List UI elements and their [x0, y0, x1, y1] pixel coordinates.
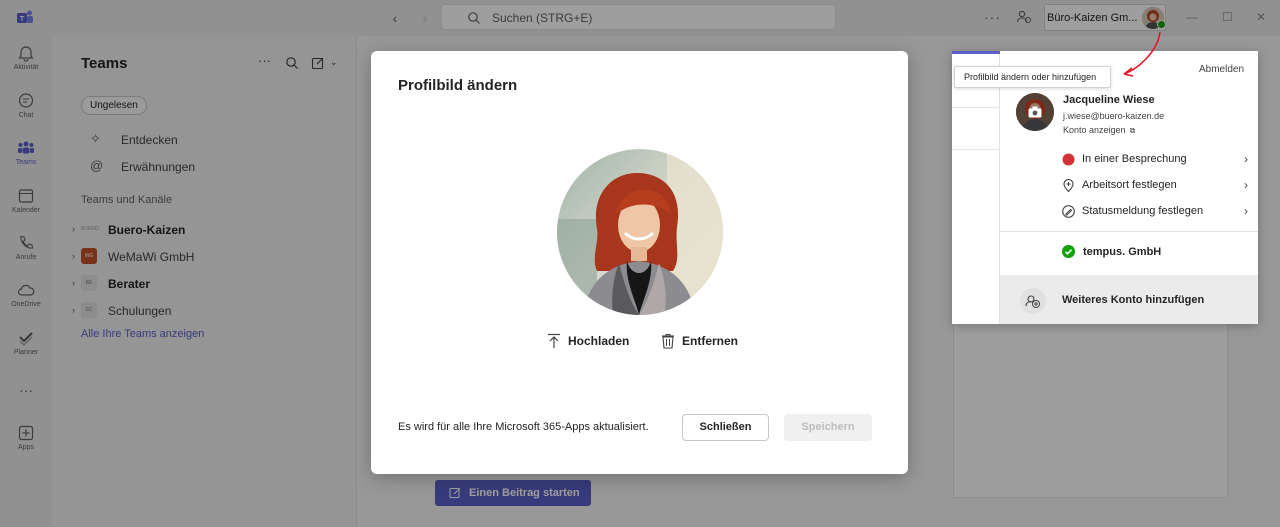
camera-icon: [1028, 106, 1042, 118]
location-icon: [1063, 179, 1074, 192]
view-account-label: Konto anzeigen: [1063, 125, 1126, 135]
work-location-item[interactable]: Arbeitsort festlegen ›: [1062, 177, 1248, 195]
flyout-avatar-button[interactable]: [1016, 93, 1054, 131]
accent-strip: [952, 51, 1000, 54]
tooltip: Profilbild ändern oder hinzufügen: [954, 66, 1111, 88]
trash-icon: [662, 333, 674, 349]
close-button[interactable]: Schließen: [682, 414, 769, 441]
chevron-right-icon: ›: [1244, 204, 1248, 218]
remove-button[interactable]: Entfernen: [661, 332, 741, 350]
add-account-button[interactable]: Weiteres Konto hinzufügen: [1000, 275, 1258, 324]
save-button[interactable]: Speichern: [784, 414, 872, 441]
status-busy-icon: [1062, 153, 1075, 166]
status-busy-item[interactable]: In einer Besprechung ›: [1062, 151, 1248, 169]
status-message-icon: [1062, 205, 1075, 218]
chevron-right-icon: ›: [1244, 178, 1248, 192]
org-name: tempus. GmbH: [1083, 246, 1162, 258]
user-email: j.wiese@buero-kaizen.de: [1063, 111, 1165, 121]
remove-label: Entfernen: [682, 334, 739, 348]
check-circle-icon: [1062, 245, 1075, 258]
external-link-icon: ⧉: [1129, 126, 1136, 135]
flyout-background-panel: [952, 51, 1000, 324]
add-account-label: Weiteres Konto hinzufügen: [1062, 294, 1205, 306]
upload-label: Hochladen: [568, 334, 630, 348]
status-message-label: Statusmeldung festlegen: [1082, 205, 1204, 217]
add-account-icon: [1020, 288, 1046, 314]
upload-button[interactable]: Hochladen: [547, 332, 637, 350]
profile-photo: [557, 149, 723, 315]
divider: [1000, 231, 1258, 232]
status-label: In einer Besprechung: [1082, 153, 1187, 165]
view-account-link[interactable]: Konto anzeigen ⧉: [1063, 125, 1135, 136]
upload-icon: [548, 333, 560, 348]
divider: [952, 149, 1000, 150]
annotation-arrow-icon: [1123, 31, 1161, 77]
user-name: Jacqueline Wiese: [1063, 94, 1155, 106]
account-flyout: Profilbild ändern oder hinzufügen Abmeld…: [952, 51, 1258, 324]
dialog-title: Profilbild ändern: [398, 77, 518, 94]
sign-out-link[interactable]: Abmelden: [1199, 64, 1244, 75]
work-location-label: Arbeitsort festlegen: [1082, 179, 1177, 191]
change-profile-picture-dialog: Profilbild ändern Hochladen Entfernen Es…: [371, 51, 908, 474]
divider: [952, 107, 1000, 108]
status-message-item[interactable]: Statusmeldung festlegen ›: [1062, 203, 1248, 221]
update-note: Es wird für alle Ihre Microsoft 365-Apps…: [398, 421, 649, 433]
chevron-right-icon: ›: [1244, 152, 1248, 166]
